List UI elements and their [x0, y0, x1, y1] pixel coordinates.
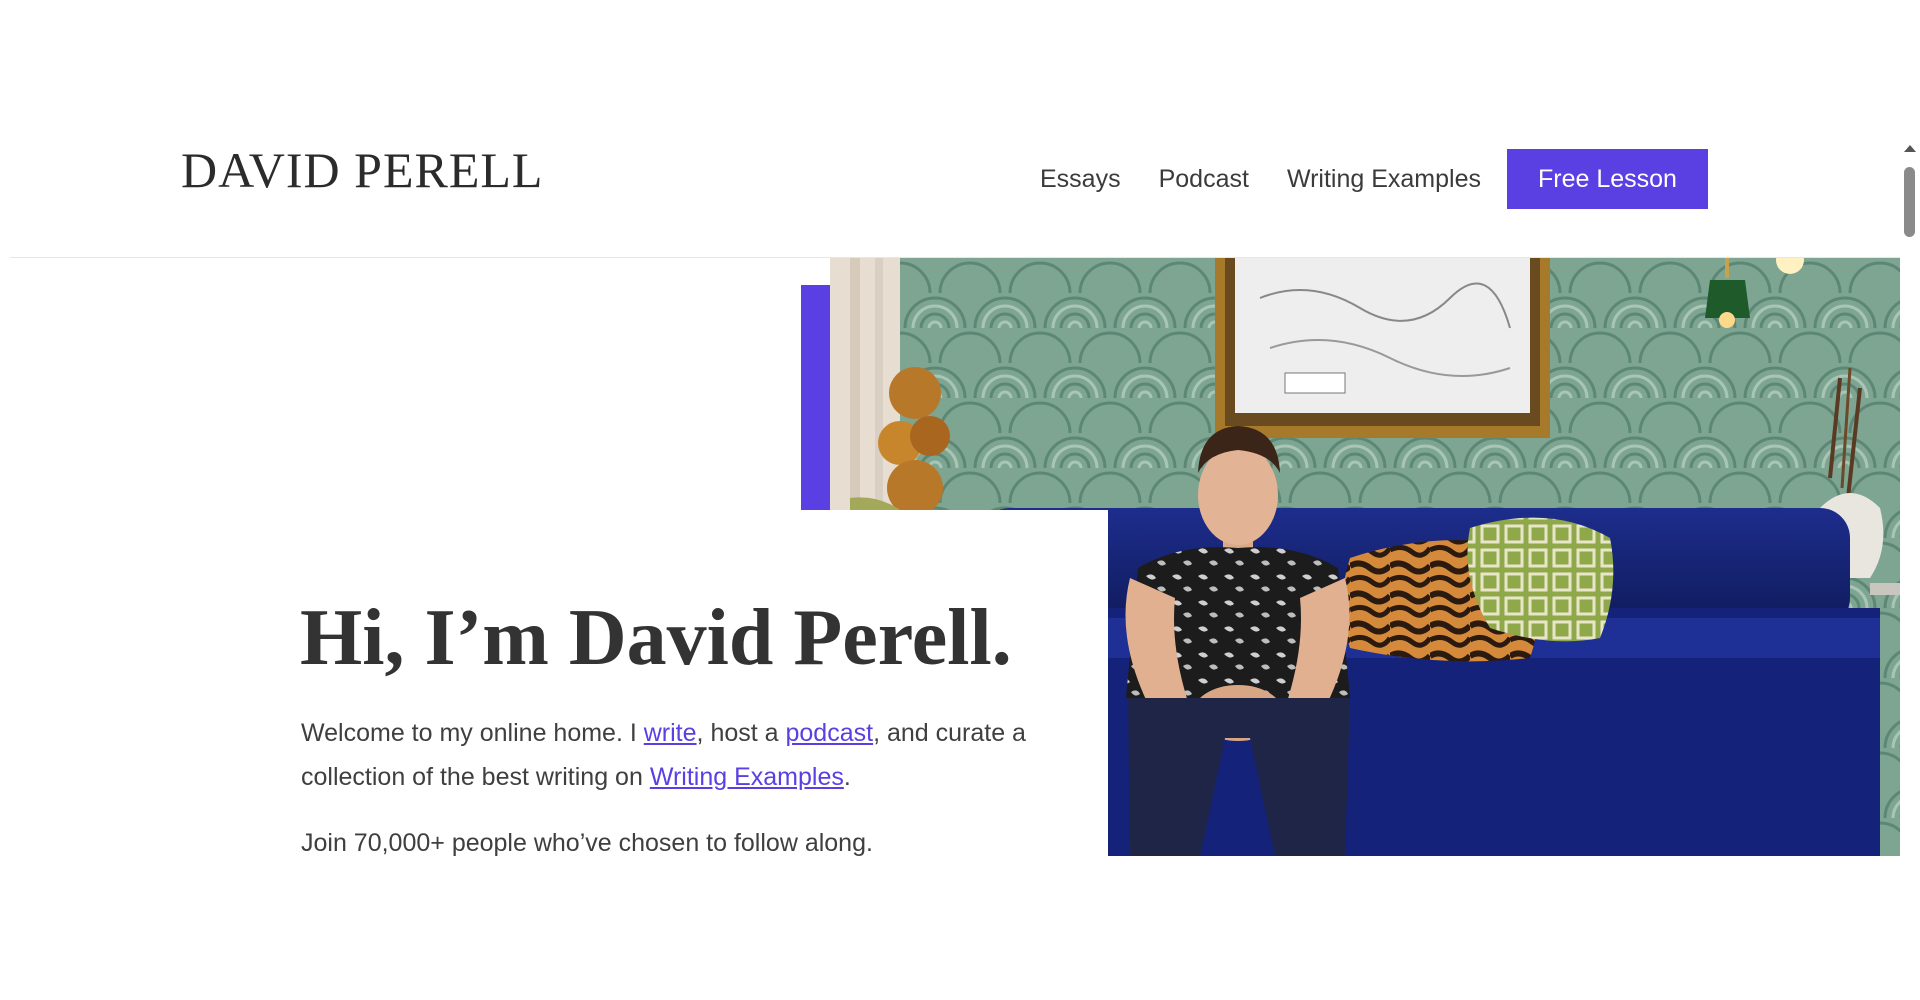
join-text: Join 70,000+ people who’ve chosen to fol… — [301, 829, 873, 857]
free-lesson-button[interactable]: Free Lesson — [1506, 149, 1708, 209]
accent-bar — [801, 285, 831, 510]
intro-text-4: . — [843, 763, 851, 791]
intro-text-2: , host a — [696, 719, 786, 747]
scroll-up-icon[interactable] — [1904, 145, 1916, 152]
nav-podcast[interactable]: Podcast — [1159, 155, 1249, 203]
nav-essays[interactable]: Essays — [1040, 155, 1121, 203]
scroll-thumb[interactable] — [1904, 167, 1915, 237]
site-logo[interactable]: DAVID PERELL — [181, 140, 543, 200]
page: DAVID PERELL Essays Podcast Writing Exam… — [0, 0, 1920, 1000]
hero-headline: Hi, I’m David Perell. — [300, 594, 1012, 682]
podcast-link[interactable]: podcast — [786, 719, 874, 747]
main-nav: Essays Podcast Writing Examples Free Les… — [1040, 149, 1708, 209]
hero-intro: Welcome to my online home. I write, host… — [301, 711, 1061, 799]
scrollbar[interactable] — [1900, 145, 1920, 860]
intro-text-1: Welcome to my online home. I — [301, 719, 644, 747]
nav-writing-examples[interactable]: Writing Examples — [1287, 155, 1481, 203]
writing-examples-link[interactable]: Writing Examples — [650, 763, 844, 791]
write-link[interactable]: write — [644, 719, 697, 747]
